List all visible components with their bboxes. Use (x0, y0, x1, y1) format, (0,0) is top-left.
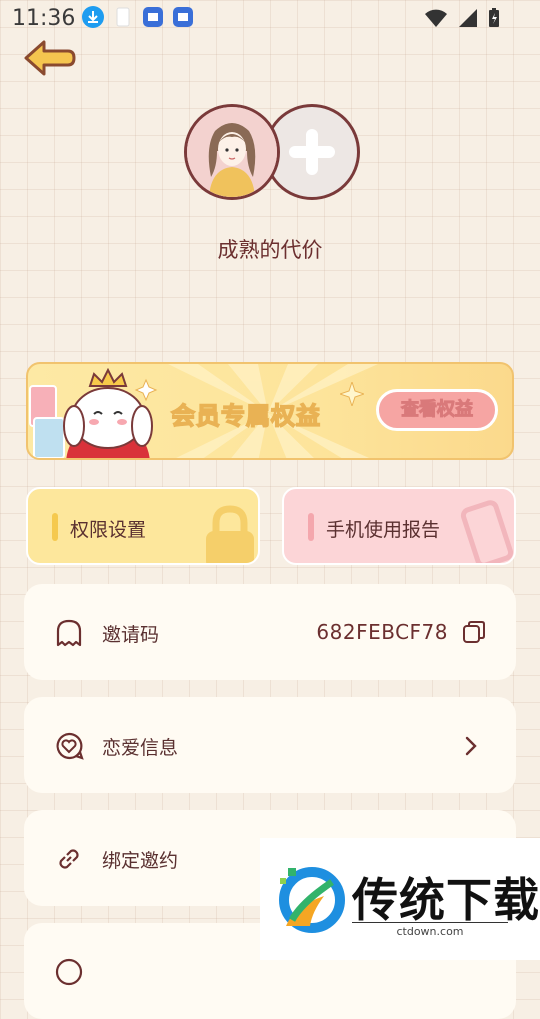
invite-code-row: 邀请码 682FEBCF78 (24, 584, 516, 680)
status-system-icons (424, 8, 500, 28)
avatar-illustration (187, 107, 277, 197)
wifi-icon (425, 9, 447, 27)
status-notification-icons (82, 6, 194, 28)
link-icon (59, 849, 79, 869)
lock-icon (206, 505, 254, 563)
status-bar: 11:36 (0, 0, 540, 36)
relationship-info-label: 恋爱信息 (102, 737, 179, 759)
permission-settings-card[interactable]: 权限设置 (26, 487, 260, 565)
app-icon (143, 7, 163, 27)
sim-icon (116, 7, 130, 27)
vip-benefits-banner[interactable]: 会员专属权益 查看权益 (26, 362, 514, 460)
invite-code-label: 邀请码 (102, 624, 160, 646)
signal-icon (459, 9, 477, 27)
info-icon (55, 958, 83, 986)
watermark: 传统下载 ctdown.com (260, 838, 540, 960)
ghost-icon (56, 619, 82, 647)
status-time: 11:36 (12, 6, 76, 31)
invite-code-value: 682FEBCF78 (316, 620, 448, 644)
watermark-url: ctdown.com (352, 922, 508, 938)
chevron-right-icon (465, 736, 477, 756)
card-accent-bar (308, 513, 314, 541)
watermark-logo-icon (279, 867, 345, 933)
relationship-info-row[interactable]: 恋爱信息 (24, 697, 516, 793)
battery-icon (489, 8, 499, 27)
back-button[interactable] (22, 38, 76, 78)
copy-icon[interactable] (462, 620, 486, 644)
avatar-group (184, 104, 360, 204)
avatar[interactable] (184, 104, 280, 200)
phone-usage-report-label: 手机使用报告 (326, 519, 441, 541)
download-icon (82, 6, 104, 28)
vip-title: 会员专属权益 (170, 401, 321, 431)
permission-settings-label: 权限设置 (70, 519, 147, 541)
bind-invitation-label: 绑定邀约 (102, 850, 179, 872)
app-icon (173, 7, 193, 27)
card-accent-bar (52, 513, 58, 541)
view-benefits-button[interactable]: 查看权益 (376, 389, 498, 431)
watermark-title: 传统下载 (352, 873, 540, 927)
heart-bubble-icon (56, 732, 84, 760)
plus-icon (289, 129, 335, 175)
sparkle-icon (340, 382, 364, 406)
phone-icon (460, 500, 514, 563)
vip-mascot-icon (29, 368, 158, 458)
nickname[interactable]: 成熟的代价 (0, 234, 540, 264)
phone-usage-report-card[interactable]: 手机使用报告 (282, 487, 516, 565)
